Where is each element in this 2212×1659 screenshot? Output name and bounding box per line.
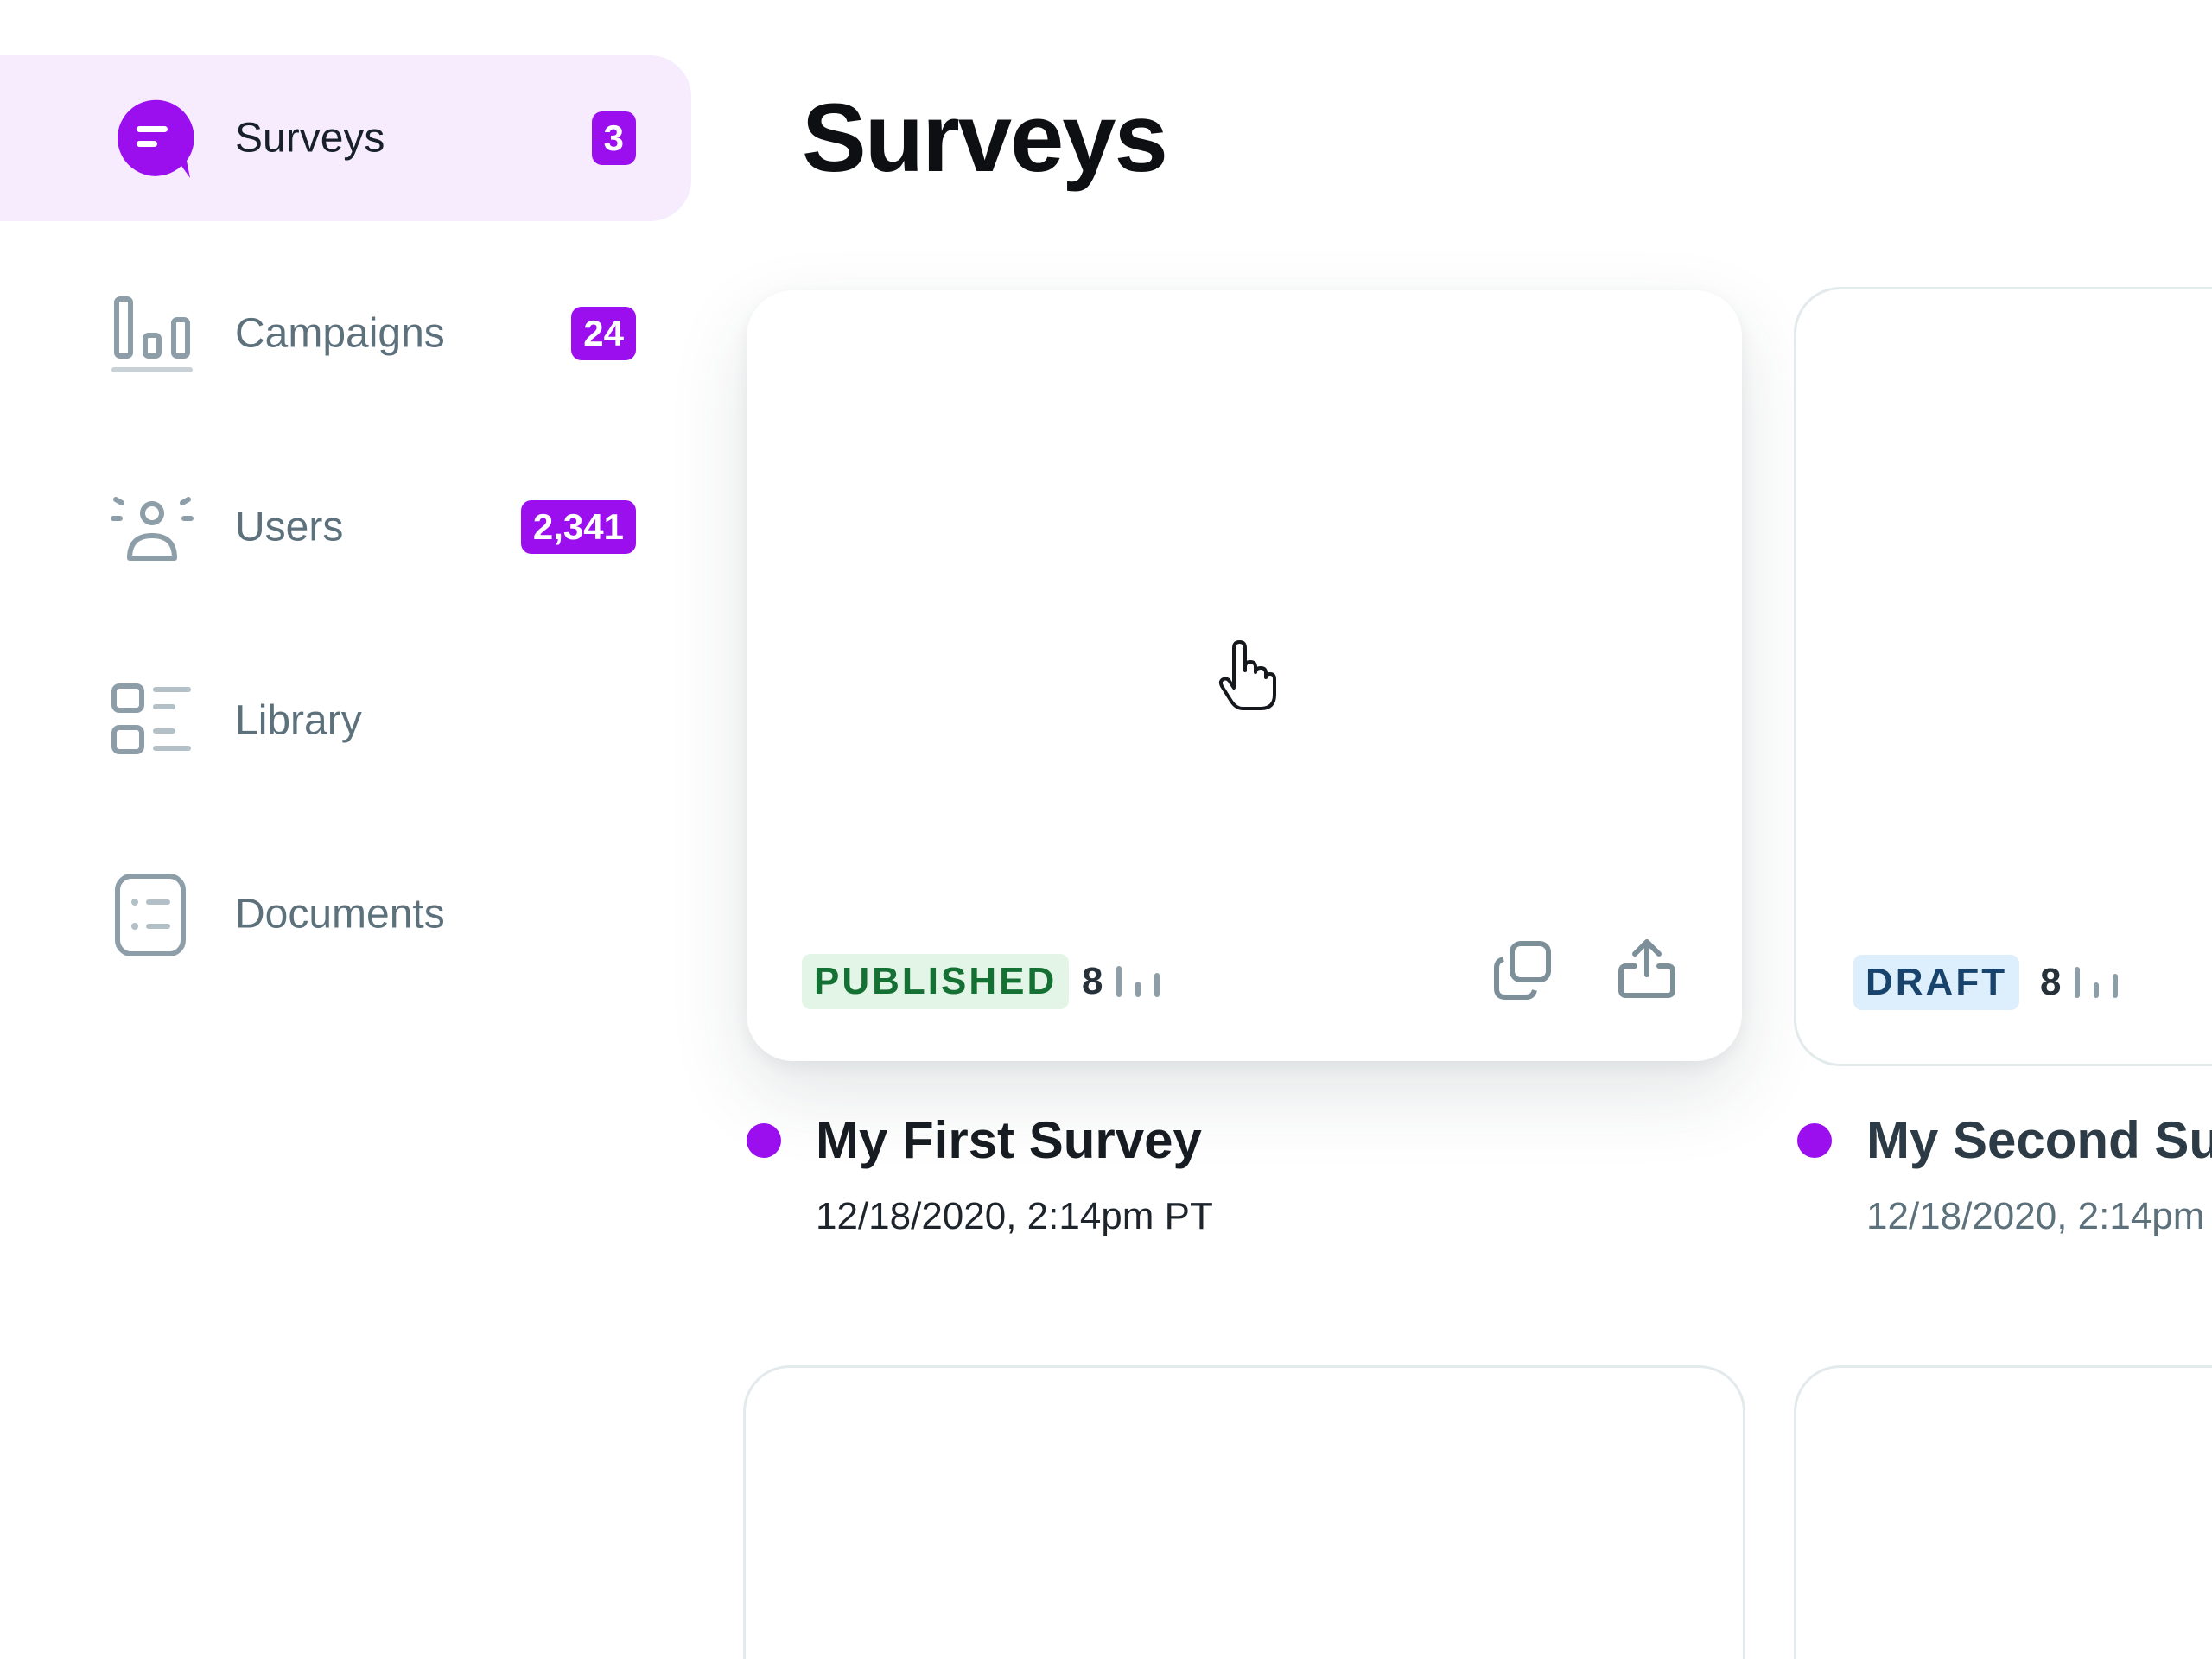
bar-chart-icon [2075,967,2119,998]
sidebar-item-users[interactable]: Users 2,341 [0,444,691,610]
survey-card[interactable] [1794,1365,2212,1659]
sidebar-item-label: Library [235,697,362,744]
share-icon[interactable] [1614,935,1680,1001]
duplicate-icon[interactable] [1490,938,1555,1004]
sidebar-item-documents[interactable]: Documents [0,831,691,997]
status-badge: PUBLISHED [802,954,1070,1009]
survey-status-dot [1797,1123,1832,1158]
count-badge: 24 [571,307,636,360]
survey-card[interactable]: DRAFT 8 [1794,287,2212,1066]
survey-title[interactable]: My Second Survey [1866,1109,2212,1172]
sidebar-item-label: Surveys [235,115,385,162]
response-count-value: 8 [1082,960,1103,1002]
app-window: Surveys 3 Campaigns 24 Users 2,341 Libra… [0,0,2212,1659]
sidebar-item-label: Documents [235,891,445,938]
bar-chart-icon [1116,966,1160,997]
response-count: 8 [1082,954,1161,1009]
sidebar-item-campaigns[interactable]: Campaigns 24 [0,251,691,416]
count-badge: 3 [591,111,636,165]
bar-chart-icon [111,292,194,375]
response-count: 8 [2040,955,2120,1010]
survey-card[interactable]: PUBLISHED 8 [747,290,1742,1061]
survey-status-dot [747,1123,781,1158]
survey-card[interactable] [743,1365,1745,1659]
count-badge: 2,341 [520,500,636,554]
library-icon [111,679,194,762]
sidebar: Surveys 3 Campaigns 24 Users 2,341 Libra… [0,0,691,1659]
survey-title[interactable]: My First Survey [816,1109,1202,1172]
hand-cursor-icon [1217,639,1279,712]
sidebar-item-label: Campaigns [235,310,445,357]
sidebar-item-surveys[interactable]: Surveys 3 [0,55,691,221]
sidebar-item-library[interactable]: Library [0,638,691,804]
sidebar-item-label: Users [235,504,344,550]
page-title: Surveys [802,84,1168,192]
response-count-value: 8 [2040,961,2062,1003]
survey-date: 12/18/2020, 2:14pm PT [1866,1195,2212,1237]
user-icon [111,486,194,569]
document-icon [111,873,194,956]
survey-chat-icon [111,97,194,180]
survey-date: 12/18/2020, 2:14pm PT [816,1195,1213,1237]
status-badge: DRAFT [1853,955,2020,1010]
